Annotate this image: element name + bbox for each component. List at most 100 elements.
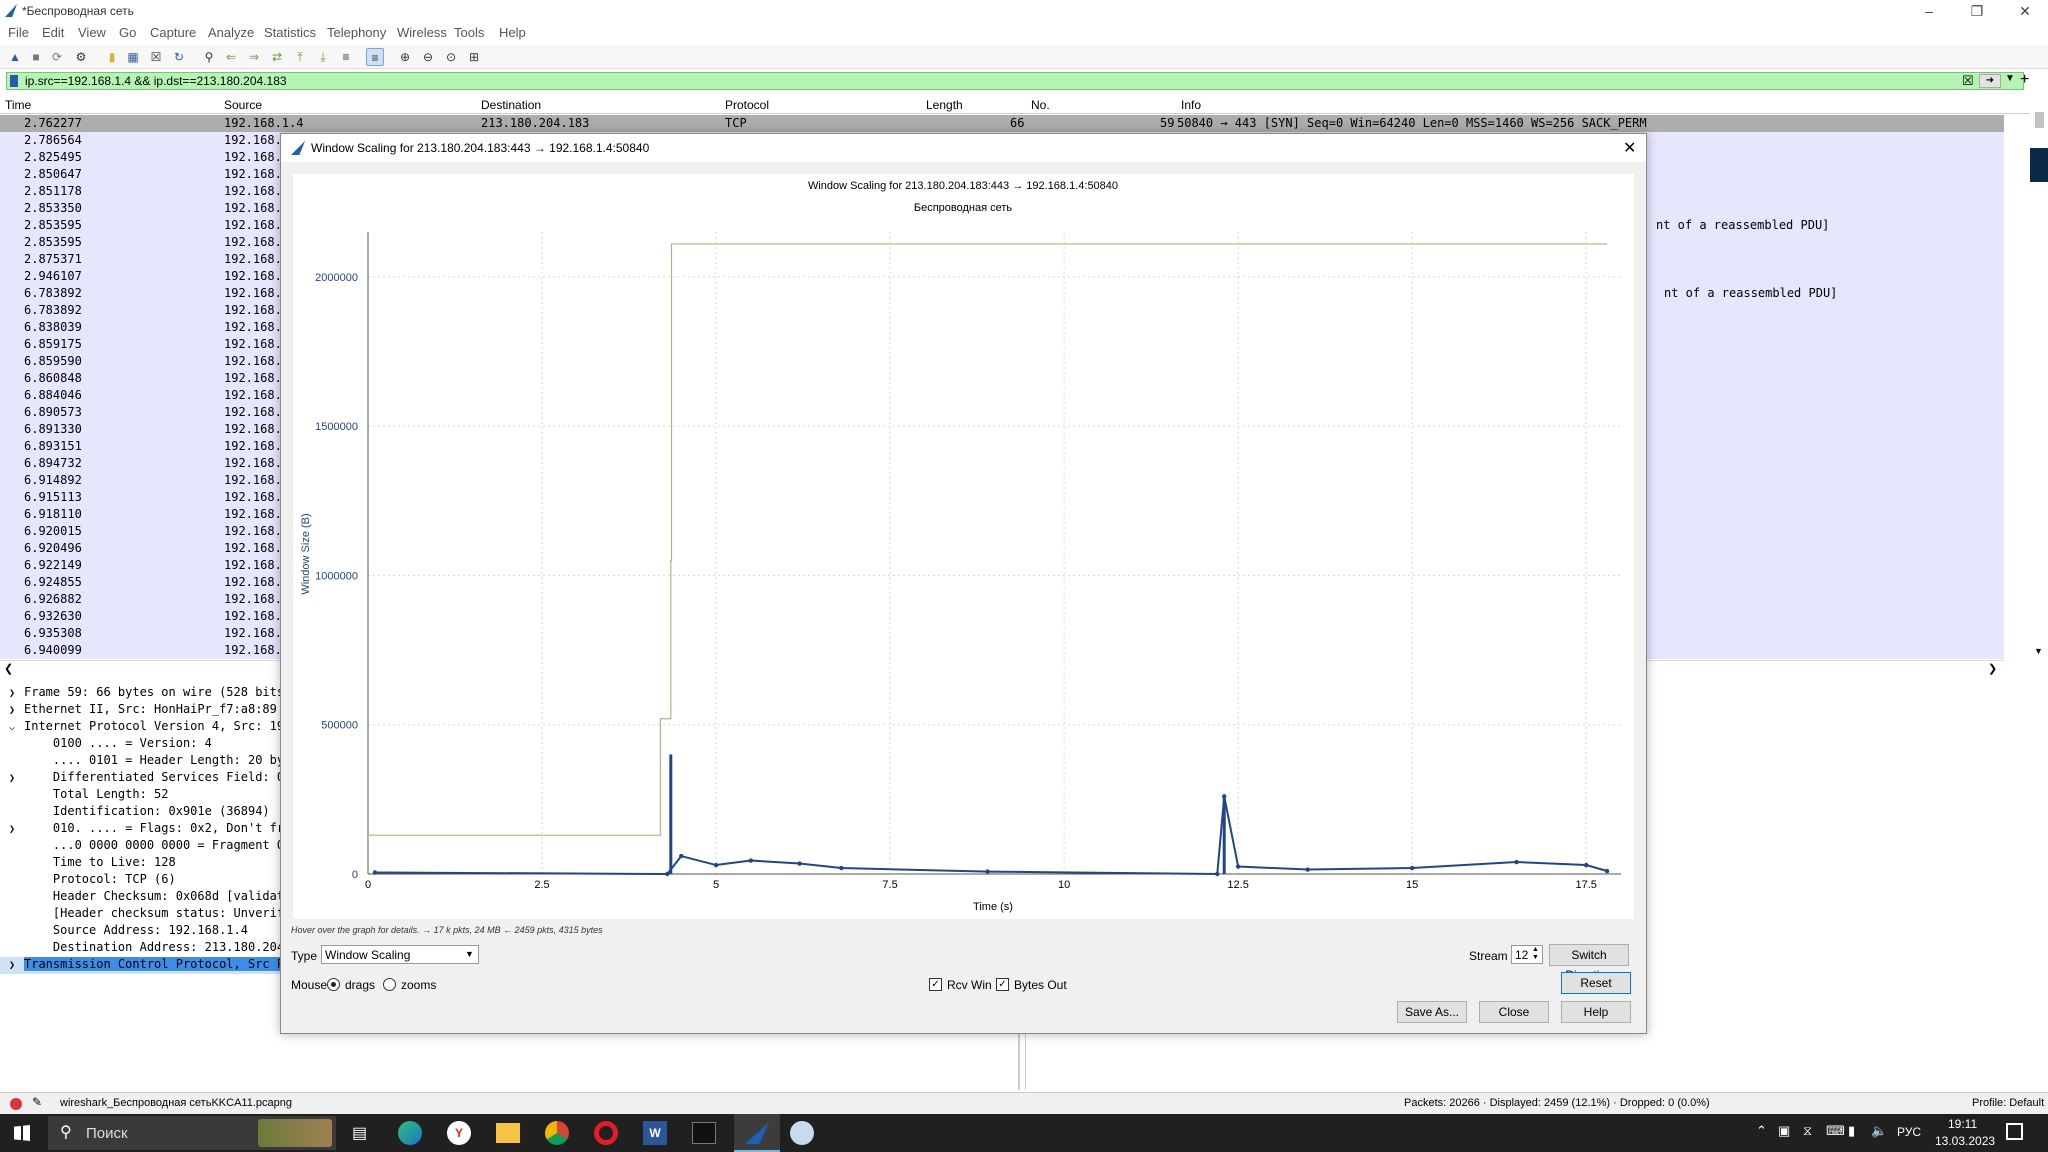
graph-area[interactable]: Window Scaling for 213.180.204.183:443 →… (293, 174, 1634, 919)
reset-button[interactable]: Reset (1561, 972, 1631, 994)
notifications-icon[interactable] (2006, 1123, 2023, 1140)
opera-icon[interactable] (594, 1121, 618, 1145)
filter-dropdown-icon[interactable]: ▼ (2005, 73, 2015, 84)
pane-divider[interactable] (1018, 1034, 1020, 1090)
capture-options-icon[interactable]: ⚙ (72, 48, 90, 66)
switch-direction-button[interactable]: Switch Direction (1549, 944, 1629, 982)
edit-comment-icon[interactable]: ✎ (32, 1095, 42, 1109)
menu-view[interactable]: View (78, 25, 106, 40)
go-first-icon[interactable]: ⤒ (291, 48, 309, 66)
chevron-right-icon[interactable]: ❯ (0, 688, 24, 699)
display-filter[interactable]: ip.src==192.168.1.4 && ip.dst==213.180.2… (6, 72, 2024, 90)
menu-file[interactable]: File (8, 25, 29, 40)
edge-icon[interactable] (398, 1121, 422, 1145)
detail-row[interactable]: ...0 0000 0000 0000 = Fragment Off (0, 838, 280, 855)
restart-capture-icon[interactable]: ⟳ (48, 48, 66, 66)
chrome-icon[interactable] (545, 1121, 569, 1145)
language-indicator[interactable]: РУС (1897, 1125, 1921, 1139)
column-destination[interactable]: Destination (481, 98, 541, 112)
find-packet-icon[interactable]: ⚲ (200, 48, 218, 66)
menu-analyze[interactable]: Analyze (208, 25, 254, 40)
chevron-right-icon[interactable]: ❯ (0, 960, 24, 971)
detail-row[interactable]: Total Length: 52 (0, 787, 169, 804)
menu-capture[interactable]: Capture (150, 25, 196, 40)
detail-row[interactable]: ❯ Transmission Control Protocol, Src Po (0, 957, 280, 974)
help-button[interactable]: Help (1561, 1001, 1631, 1023)
scroll-left-icon[interactable]: ❮ (4, 662, 13, 675)
scroll-down-icon[interactable]: ▼ (2034, 646, 2043, 656)
menu-statistics[interactable]: Statistics (264, 25, 316, 40)
scroll-right-icon[interactable]: ❯ (1988, 662, 1997, 675)
clear-filter-icon[interactable]: ☒ (1962, 73, 1974, 89)
rcv-win-checkbox[interactable]: ✓ (929, 978, 942, 991)
mouse-drags-radio[interactable] (327, 978, 340, 991)
minimize-button[interactable]: – (1906, 0, 1952, 22)
paint-icon[interactable] (790, 1121, 814, 1145)
apply-filter-icon[interactable]: ➜ (1979, 74, 2001, 88)
detail-row[interactable]: [Header checksum status: Unverifie (0, 906, 280, 923)
column-info[interactable]: Info (1181, 98, 1201, 112)
chevron-down-icon[interactable]: ⌵ (0, 722, 24, 733)
go-back-icon[interactable]: ⇐ (222, 48, 240, 66)
zoom-in-icon[interactable]: ⊕ (396, 48, 414, 66)
display-filter-input[interactable]: ip.src==192.168.1.4 && ip.dst==213.180.2… (25, 74, 287, 88)
detail-row[interactable]: ❯ Differentiated Services Field: 0x0 (0, 770, 280, 787)
save-as-button[interactable]: Save As... (1397, 1001, 1467, 1023)
show-hidden-icons-icon[interactable]: ⌃ (1756, 1123, 1767, 1139)
type-select[interactable]: Window Scaling ▼ (321, 945, 479, 964)
wireshark-task-active[interactable] (734, 1114, 780, 1152)
bytes-out-checkbox[interactable]: ✓ (996, 978, 1009, 991)
detail-row[interactable]: .... 0101 = Header Length: 20 byte (0, 753, 280, 770)
table-row-selected[interactable]: 2.762277 192.168.1.4 213.180.204.183 TCP… (0, 115, 2004, 132)
zoom-normal-icon[interactable]: ⊙ (442, 48, 460, 66)
file-explorer-icon[interactable] (496, 1123, 520, 1143)
menu-help[interactable]: Help (499, 25, 526, 40)
detail-row[interactable]: Protocol: TCP (6) (0, 872, 176, 889)
stop-capture-icon[interactable]: ■ (27, 48, 45, 66)
task-view-icon[interactable]: ▤ (352, 1123, 367, 1143)
clock-date[interactable]: 13.03.2023 (1935, 1134, 1995, 1148)
search-box[interactable]: ⚲ Поиск (48, 1116, 336, 1150)
mouse-drags-label[interactable]: drags (345, 978, 375, 992)
mouse-zooms-label[interactable]: zooms (401, 978, 436, 992)
save-file-icon[interactable]: ▦ (124, 48, 142, 66)
column-length[interactable]: Length (926, 98, 963, 112)
chevron-right-icon[interactable]: ❯ (0, 705, 24, 716)
resize-columns-icon[interactable]: ⊞ (465, 48, 483, 66)
start-capture-icon[interactable]: ▲ (6, 48, 24, 66)
autoscroll-icon[interactable]: ≡ (337, 48, 355, 66)
mouse-zooms-radio[interactable] (383, 978, 396, 991)
detail-row[interactable]: Identification: 0x901e (36894) (0, 804, 270, 821)
scroll-thumb[interactable] (2035, 112, 2044, 128)
zoom-out-icon[interactable]: ⊖ (419, 48, 437, 66)
detail-row[interactable]: ❯ Frame 59: 66 bytes on wire (528 bits) (0, 685, 280, 702)
bookmark-icon[interactable] (10, 75, 18, 87)
window-scaling-chart[interactable]: Window Scaling for 213.180.204.183:443 →… (293, 174, 1634, 919)
go-last-icon[interactable]: ⤓ (314, 48, 332, 66)
detail-row[interactable]: ❯ 010. .... = Flags: 0x2, Don't frag (0, 821, 280, 838)
detail-row[interactable]: Header Checksum: 0x068d [validatio (0, 889, 280, 906)
spin-arrows-icon[interactable]: ▲ ▼ (1532, 946, 1539, 962)
clock-time[interactable]: 19:11 (1948, 1117, 1977, 1131)
close-window-button[interactable]: ✕ (2002, 0, 2048, 22)
battery-icon[interactable]: ▮ (1848, 1123, 1855, 1139)
column-time[interactable]: Time (5, 98, 31, 112)
colorize-icon[interactable]: ≡ (366, 48, 384, 66)
volume-icon[interactable]: 🔈 (1871, 1123, 1887, 1139)
keyboard-icon[interactable]: ⌨ (1826, 1123, 1845, 1139)
detail-row[interactable]: Source Address: 192.168.1.4 (0, 923, 248, 940)
packet-list-scrollbar[interactable]: ▲ ▼ (2030, 110, 2048, 660)
detail-row[interactable]: ⌵ Internet Protocol Version 4, Src: 192 (0, 719, 280, 736)
wifi-icon[interactable]: ⧖ (1803, 1123, 1812, 1139)
go-forward-icon[interactable]: ⇒ (245, 48, 263, 66)
chevron-right-icon[interactable]: ❯ (0, 824, 24, 835)
go-to-packet-icon[interactable]: ⇄ (268, 48, 286, 66)
stream-spinbox[interactable]: 12 ▲ ▼ (1511, 945, 1543, 964)
menu-telephony[interactable]: Telephony (327, 25, 386, 40)
word-icon[interactable]: W (643, 1121, 667, 1145)
dialog-close-icon[interactable]: ✕ (1623, 138, 1636, 158)
status-profile[interactable]: Profile: Default (1972, 1097, 2044, 1109)
restore-button[interactable]: ❐ (1954, 0, 2000, 22)
reload-file-icon[interactable]: ↻ (170, 48, 188, 66)
detail-row[interactable]: 0100 .... = Version: 4 (0, 736, 212, 753)
